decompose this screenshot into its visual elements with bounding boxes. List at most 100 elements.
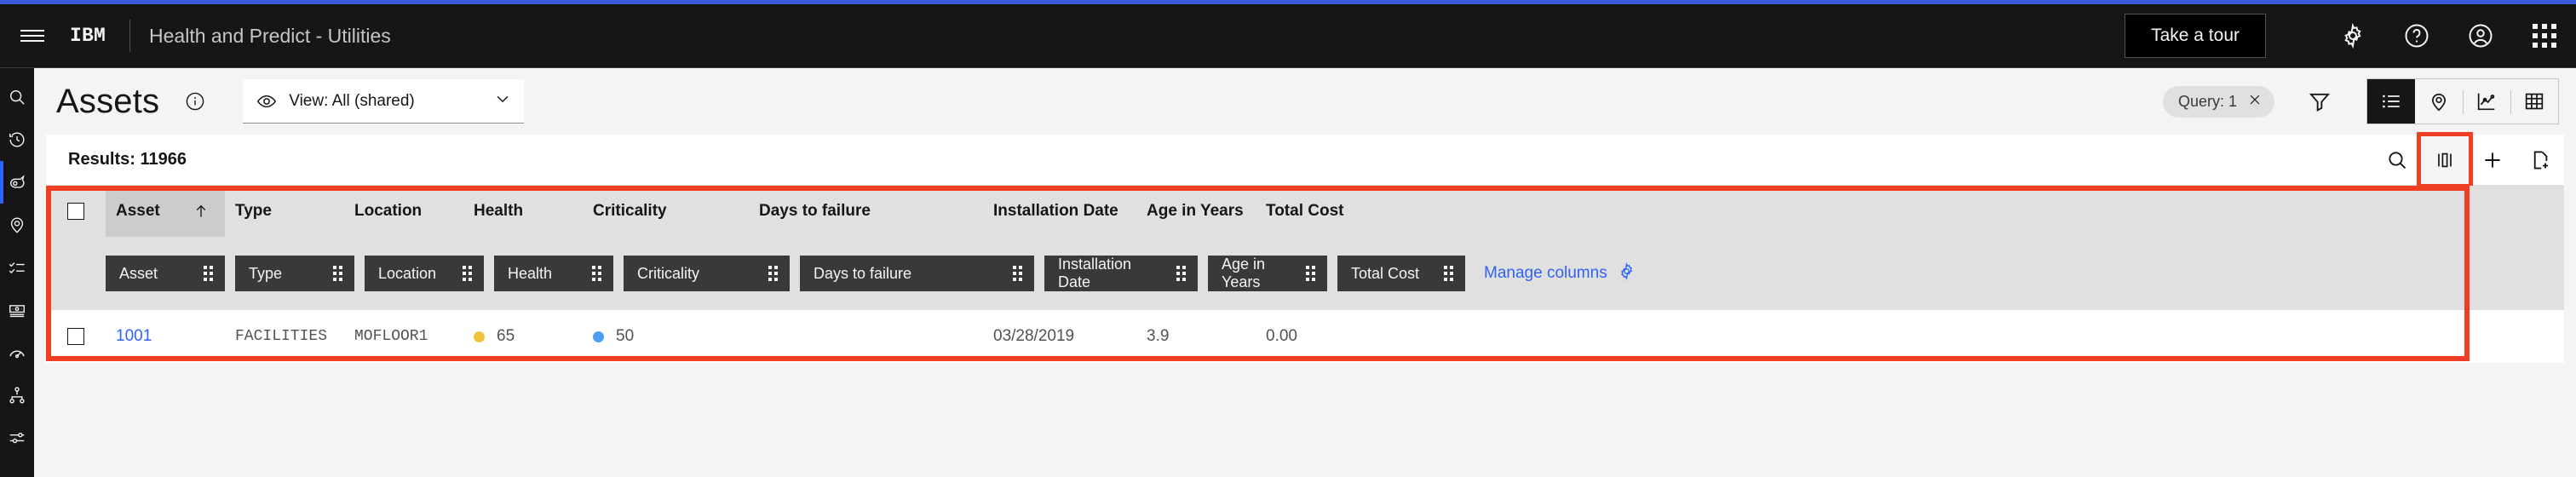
view-mode-chart[interactable] [2463,79,2510,124]
column-header-days-to-failure[interactable]: Days to failure [749,186,983,237]
cell-health: 65 [463,327,583,346]
menu-icon[interactable] [0,4,65,68]
gear-icon [1618,261,1636,285]
cell-asset[interactable]: 1001 [106,327,225,346]
column-chip-label: Days to failure [814,264,912,282]
drag-handle-icon[interactable] [746,266,778,281]
help-icon[interactable] [2384,4,2448,68]
column-chip-age-in-years[interactable]: Age in Years [1208,256,1327,291]
column-header-label: Asset [116,202,160,220]
drag-handle-icon[interactable] [440,266,472,281]
sidebar-item-work-orders[interactable] [0,246,34,289]
view-select-dropdown[interactable]: View: All (shared) [243,79,525,124]
sidebar-item-hierarchy[interactable] [0,374,34,417]
column-chip-label: Health [508,264,553,282]
column-chip-label: Installation Date [1058,256,1132,290]
drag-handle-icon[interactable] [1422,266,1453,281]
sidebar-item-locations[interactable] [0,204,34,246]
column-header-type[interactable]: Type [225,186,344,237]
column-header-location[interactable]: Location [344,186,463,237]
column-header-label: Installation Date [993,202,1118,220]
sidebar-item-search[interactable] [0,76,34,118]
column-header-label: Criticality [593,202,667,220]
drag-handle-icon[interactable] [311,266,342,281]
drag-handle-icon[interactable] [1284,266,1315,281]
manage-columns-link[interactable]: Manage columns [1484,261,1636,285]
main-content: Assets View: All (shared) Query: 1 Resul… [34,68,2576,477]
plus-icon[interactable] [2469,136,2516,184]
column-chip-days-to-failure[interactable]: Days to failure [800,256,1034,291]
column-header-age-in-years[interactable]: Age in Years [1136,186,1256,237]
column-chip-asset[interactable]: Asset [106,256,225,291]
column-chip-total-cost[interactable]: Total Cost [1337,256,1465,291]
column-header-label: Age in Years [1147,202,1244,220]
table-row[interactable]: 1001 FACILITIES MOFLOOR1 65 50 03/28/201… [46,310,2564,363]
user-avatar-icon[interactable] [2448,4,2512,68]
sidebar-item-assets[interactable] [0,161,34,204]
new-document-icon[interactable] [2516,136,2564,184]
app-switcher-icon[interactable] [2512,4,2576,68]
cell-age-in-years: 3.9 [1147,327,1170,345]
left-sidebar [0,68,34,477]
column-chip-label: Asset [119,264,158,282]
drag-handle-icon[interactable] [570,266,601,281]
column-header-label: Total Cost [1266,202,1344,220]
query-filter-tag[interactable]: Query: 1 [2162,85,2274,118]
column-chip-label: Criticality [637,264,700,282]
view-mode-grid[interactable] [2510,79,2558,124]
criticality-status-dot [593,330,604,342]
assets-table: Asset Type Location Health Criticality D… [46,186,2564,361]
drag-handle-icon[interactable] [991,266,1022,281]
table-header-row: Asset Type Location Health Criticality D… [46,186,2564,237]
column-header-label: Location [354,202,423,220]
column-header-asset[interactable]: Asset [106,186,225,237]
select-all-cell [46,186,106,237]
cell-installation-date: 03/28/2019 [993,327,1075,345]
sidebar-item-monitoring[interactable] [0,331,34,374]
column-chip-type[interactable]: Type [235,256,354,291]
column-chip-location[interactable]: Location [365,256,484,291]
select-all-checkbox[interactable] [67,203,84,220]
drag-handle-icon[interactable] [181,266,213,281]
drag-handle-icon[interactable] [1154,266,1186,281]
column-header-total-cost[interactable]: Total Cost [1256,186,1383,237]
column-header-label: Health [474,202,524,220]
column-chip-health[interactable]: Health [494,256,613,291]
take-a-tour-button[interactable]: Take a tour [2125,14,2266,58]
info-icon[interactable] [185,91,205,112]
health-value: 65 [497,327,515,345]
row-select-cell [46,328,106,345]
column-chips-row: Asset Type Location Health Criticality D… [46,237,2564,310]
close-icon[interactable] [2247,92,2263,112]
app-title: Health and Predict - Utilities [149,24,391,47]
column-header-criticality[interactable]: Criticality [583,186,749,237]
sidebar-item-settings[interactable] [0,417,34,459]
results-bar: Results: 11966 [46,135,2564,186]
cell-type: FACILITIES [235,328,328,345]
cell-total-cost: 0.00 [1266,327,1297,345]
view-mode-map[interactable] [2415,79,2463,124]
view-mode-list[interactable] [2367,79,2415,124]
gear-icon[interactable] [2320,4,2384,68]
column-chip-label: Age in Years [1222,256,1266,290]
sort-ascending-icon [193,203,210,220]
cell-location: MOFLOOR1 [354,328,428,345]
column-header-installation-date[interactable]: Installation Date [983,186,1136,237]
app-header: IBM Health and Predict - Utilities Take … [0,4,2576,68]
filter-icon[interactable] [2297,78,2343,124]
results-count: Results: 11966 [68,150,187,169]
row-checkbox[interactable] [67,328,84,345]
sidebar-item-meters[interactable] [0,289,34,331]
columns-icon[interactable] [2421,135,2469,184]
column-header-label: Days to failure [759,202,871,220]
page-toolbar: Assets View: All (shared) Query: 1 [34,68,2576,135]
column-header-health[interactable]: Health [463,186,583,237]
column-chip-installation-date[interactable]: Installation Date [1044,256,1198,291]
brand-label[interactable]: IBM [65,25,114,47]
chevron-down-icon [493,89,512,112]
cell-criticality: 50 [583,327,749,346]
manage-columns-label: Manage columns [1484,264,1607,282]
sidebar-item-recent[interactable] [0,118,34,161]
column-chip-criticality[interactable]: Criticality [624,256,790,291]
search-icon[interactable] [2373,136,2421,184]
